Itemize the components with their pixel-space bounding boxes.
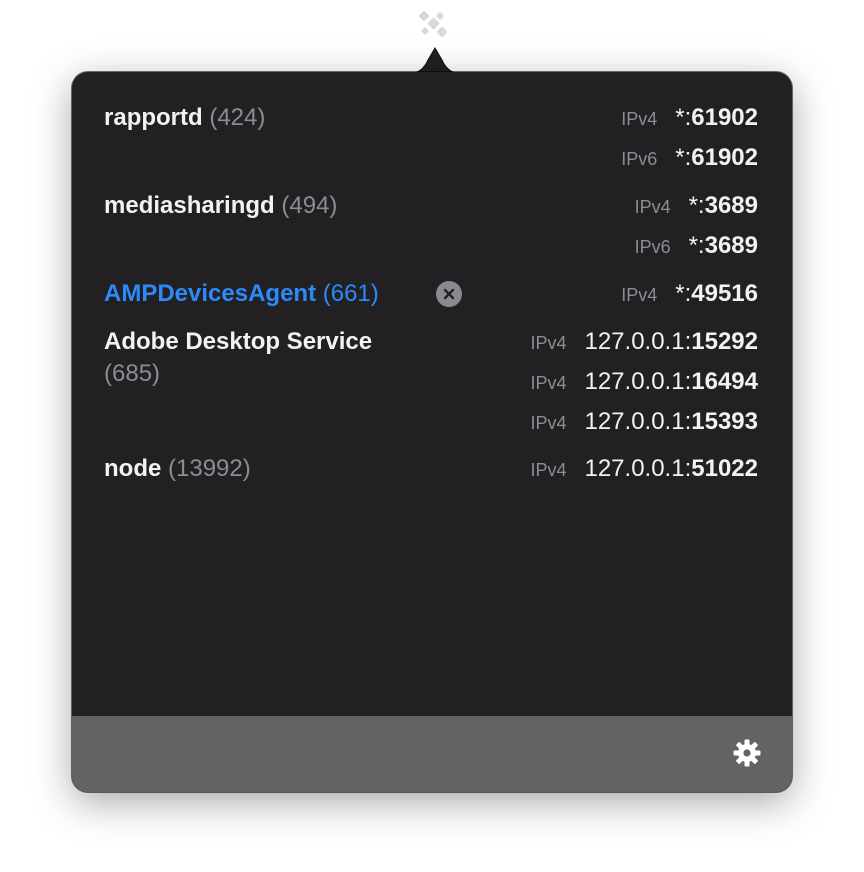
address-host: 127.0.0.1: bbox=[584, 328, 692, 355]
address-port: 51022 bbox=[691, 455, 758, 482]
address-port: 15393 bbox=[691, 408, 758, 435]
address-row: IPv4 127.0.0.1:16494 bbox=[530, 366, 758, 399]
address-host: 127.0.0.1: bbox=[584, 408, 692, 435]
listening-ports-popover: rapportd (424) IPv4 *:61902 IPv6 *:61902 m… bbox=[72, 72, 792, 792]
protocol-label: IPv4 bbox=[530, 332, 567, 353]
address-row: IPv4 127.0.0.1:15393 bbox=[530, 406, 758, 439]
process-row-ampdevicesagent[interactable]: AMPDevicesAgent (661) bbox=[104, 278, 379, 310]
address-port: 61902 bbox=[691, 104, 758, 131]
protocol-label: IPv4 bbox=[530, 412, 567, 433]
protocol-label: IPv4 bbox=[530, 372, 567, 393]
process-row-node[interactable]: node (13992) bbox=[104, 453, 251, 485]
address-port: 15292 bbox=[691, 328, 758, 355]
process-row-adobe-desktop-service[interactable]: Adobe Desktop Service (685) bbox=[104, 326, 424, 390]
address-row: IPv4 *:61902 bbox=[621, 102, 758, 135]
gear-icon[interactable] bbox=[732, 738, 762, 768]
address-row: IPv4 127.0.0.1:51022 bbox=[530, 453, 758, 486]
process-name: node bbox=[104, 455, 162, 482]
process-pid: (685) bbox=[104, 360, 161, 387]
process-name: mediasharingd bbox=[104, 192, 275, 219]
process-name: AMPDevicesAgent bbox=[104, 280, 317, 307]
protocol-label: IPv6 bbox=[634, 236, 671, 257]
protocol-label: IPv6 bbox=[621, 148, 658, 169]
popover-footer bbox=[72, 716, 792, 792]
address-port: 49516 bbox=[691, 280, 758, 307]
kill-process-button[interactable] bbox=[436, 281, 462, 307]
protocol-label: IPv4 bbox=[530, 459, 567, 480]
address-host: *: bbox=[688, 232, 705, 259]
process-row-mediasharingd[interactable]: mediasharingd (494) bbox=[104, 190, 337, 222]
address-host: 127.0.0.1: bbox=[584, 455, 692, 482]
close-icon bbox=[443, 288, 455, 300]
protocol-label: IPv4 bbox=[634, 196, 671, 217]
address-port: 3689 bbox=[704, 232, 758, 259]
network-ports-icon[interactable] bbox=[414, 8, 452, 46]
address-row: IPv4 127.0.0.1:15292 bbox=[530, 326, 758, 359]
protocol-label: IPv4 bbox=[621, 108, 658, 129]
address-host: 127.0.0.1: bbox=[584, 368, 692, 395]
process-name: rapportd bbox=[104, 104, 203, 131]
process-pid: (13992) bbox=[168, 455, 251, 482]
address-row: IPv4 *:3689 bbox=[635, 190, 758, 223]
address-row: IPv6 *:3689 bbox=[635, 230, 758, 263]
address-host: *: bbox=[675, 104, 692, 131]
address-port: 61902 bbox=[691, 144, 758, 171]
address-port: 16494 bbox=[691, 368, 758, 395]
address-host: *: bbox=[688, 192, 705, 219]
process-pid: (661) bbox=[322, 280, 379, 307]
address-host: *: bbox=[675, 280, 692, 307]
process-name: Adobe Desktop Service bbox=[104, 328, 373, 355]
address-port: 3689 bbox=[704, 192, 758, 219]
address-row: IPv6 *:61902 bbox=[621, 142, 758, 175]
address-host: *: bbox=[675, 144, 692, 171]
process-pid: (494) bbox=[281, 192, 338, 219]
protocol-label: IPv4 bbox=[621, 284, 658, 305]
process-pid: (424) bbox=[209, 104, 266, 131]
process-row-rapportd[interactable]: rapportd (424) bbox=[104, 102, 265, 134]
popover-arrow bbox=[408, 47, 462, 74]
address-row: IPv4 *:49516 bbox=[621, 278, 758, 311]
